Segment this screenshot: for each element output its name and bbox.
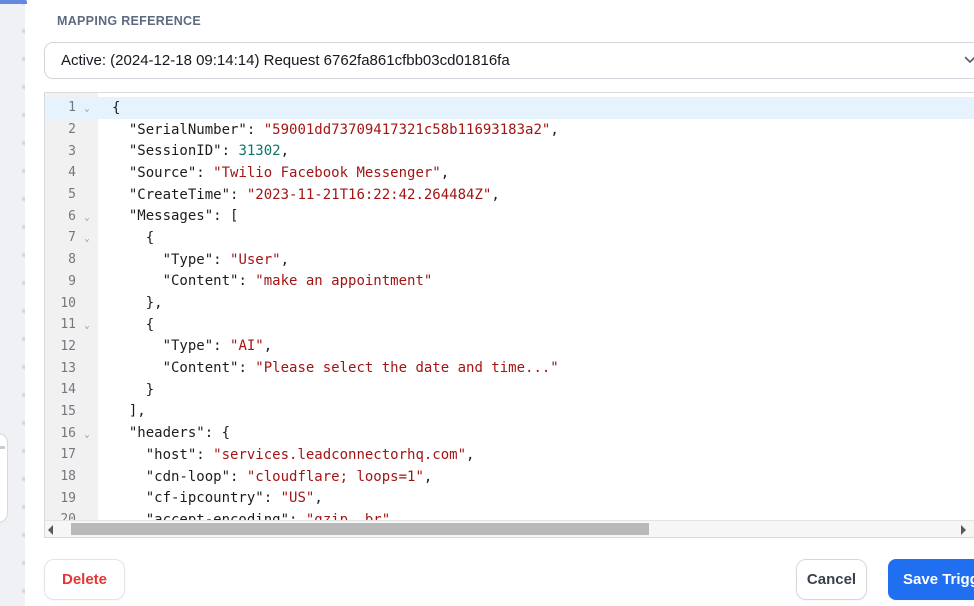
delete-button[interactable]: Delete [44,559,125,600]
code-line: 7 ⌄ { [45,227,974,249]
save-trigger-button[interactable]: Save Trigger [888,559,974,600]
line-number: 1 [68,100,76,116]
code-line: 1 ⌄ { [45,97,974,119]
code-text: { [112,316,155,333]
line-number: 10 [60,295,76,311]
line-number: 5 [68,187,76,203]
code-line: 15 ], [45,401,974,423]
code-text: "cdn-loop": "cloudflare; loops=1", [145,468,433,485]
background-card-edge [0,433,8,523]
code-text: "Type": "User", [162,251,290,268]
line-number: 7 [68,230,76,246]
line-number: 13 [60,360,76,376]
code-line: 17 "host": "services.leadconnectorhq.com… [45,444,974,466]
code-text: { [112,229,155,246]
background-card-mark [0,446,5,449]
code-text: "Content": "make an appointment" [162,273,433,290]
line-number: 3 [68,143,76,159]
code-line: 9 "Content": "make an appointment" [45,271,974,293]
line-number: 4 [68,165,76,181]
line-number: 15 [60,403,76,419]
code-line: 6 ⌄ "Messages": [ [45,205,974,227]
fold-chevron-icon[interactable]: ⌄ [76,210,98,223]
chevron-down-icon [964,56,974,63]
code-text: }, [112,295,163,312]
code-line: 8 "Type": "User", [45,249,974,271]
code-text: "cf-ipcountry": "US", [145,490,323,507]
code-text: "Messages": [ [128,208,239,225]
line-number: 6 [68,208,76,224]
reference-select-value: Active: (2024-12-18 09:14:14) Request 67… [61,52,510,69]
scroll-left-arrow-icon[interactable] [48,525,53,535]
code-line: 3 "SessionID": 31302, [45,140,974,162]
code-line: 19 "cf-ipcountry": "US", [45,487,974,509]
editor-lines: 1 ⌄{2 "SerialNumber": "59001dd73709417321… [45,97,974,531]
code-line: 16 ⌄ "headers": { [45,422,974,444]
line-number: 8 [68,252,76,268]
mapping-reference-label: MAPPING REFERENCE [57,14,202,28]
code-line: 18 "cdn-loop": "cloudflare; loops=1", [45,466,974,488]
fold-chevron-icon[interactable]: ⌄ [76,231,98,244]
scrollbar-thumb[interactable] [71,523,649,535]
code-line: 12 "Type": "AI", [45,336,974,358]
code-text: } [112,381,155,398]
code-text: "Source": "Twilio Facebook Messenger", [128,164,450,181]
fold-chevron-icon[interactable]: ⌄ [76,101,98,114]
code-text: "Content": "Please select the date and t… [162,360,559,377]
cancel-button[interactable]: Cancel [796,559,867,600]
reference-select[interactable]: Active: (2024-12-18 09:14:14) Request 67… [44,42,974,79]
code-line: 10 }, [45,292,974,314]
line-number: 9 [68,273,76,289]
line-number: 16 [60,425,76,441]
code-text: ], [112,403,146,420]
code-text: { [112,99,121,116]
fold-chevron-icon[interactable]: ⌄ [76,318,98,331]
code-line: 13 "Content": "Please select the date an… [45,357,974,379]
line-number: 14 [60,382,76,398]
code-text: "headers": { [128,425,231,442]
line-number: 11 [60,317,76,333]
code-line: 5 "CreateTime": "2023-11-21T16:22:42.264… [45,184,974,206]
code-line: 2 "SerialNumber": "59001dd73709417321c58… [45,119,974,141]
code-text: "SessionID": 31302, [128,143,290,160]
line-number: 18 [60,469,76,485]
code-line: 11 ⌄ { [45,314,974,336]
scroll-right-arrow-icon[interactable] [961,525,966,535]
horizontal-scrollbar[interactable] [45,520,974,537]
line-number: 17 [60,447,76,463]
line-number: 19 [60,490,76,506]
code-text: "host": "services.leadconnectorhq.com", [145,446,475,463]
code-text: "SerialNumber": "59001dd73709417321c58b1… [128,121,559,138]
json-code-editor[interactable]: 1 ⌄{2 "SerialNumber": "59001dd73709417321… [44,92,974,538]
canvas-accent-bar [0,0,27,4]
line-number: 2 [68,122,76,138]
fold-chevron-icon[interactable]: ⌄ [76,427,98,440]
code-text: "Type": "AI", [162,338,273,355]
code-text: "CreateTime": "2023-11-21T16:22:42.26448… [128,186,500,203]
line-number: 12 [60,338,76,354]
code-line: 14 } [45,379,974,401]
code-line: 4 "Source": "Twilio Facebook Messenger", [45,162,974,184]
